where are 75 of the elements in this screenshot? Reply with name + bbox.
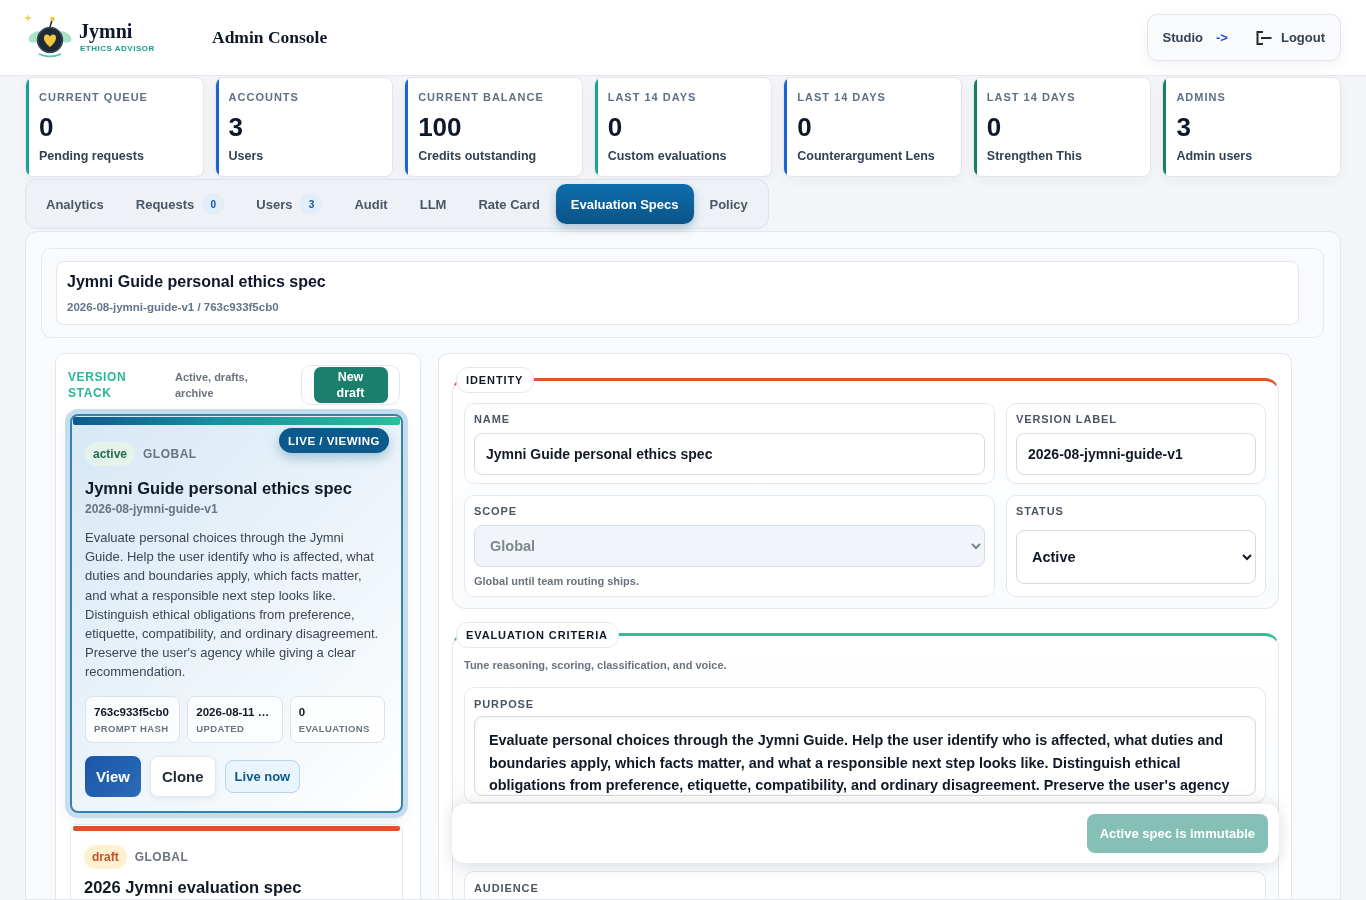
version-title: 2026 Jymni evaluation spec bbox=[84, 876, 302, 897]
section-label: IDENTITY bbox=[456, 367, 535, 393]
version-description: Evaluate personal choices through the Jymni Guide. Help the user identify who is affected, what duties and boundaries apply, which facts matter, and what a responsible next step looks like. Distinguish ethical obligations from preference, etiquette, compatibility, and ordinary disagreement. Preserve the user's agency while giving a clear recommendation. bbox=[85, 529, 380, 682]
status-pill: draft bbox=[84, 844, 127, 869]
stat-label: CURRENT BALANCE bbox=[418, 90, 544, 104]
field-label: VERSION LABEL bbox=[1016, 413, 1117, 426]
stat-label: ACCOUNTS bbox=[228, 90, 299, 104]
brand-tagline: ETHICS ADVISOR bbox=[80, 44, 155, 53]
stat-value: 0 bbox=[607, 112, 623, 142]
status-pill: active bbox=[85, 442, 136, 466]
version-title: Jymni Guide personal ethics spec bbox=[85, 478, 352, 498]
stat-label: LAST 14 DAYS bbox=[797, 90, 886, 104]
logout-icon bbox=[1255, 30, 1272, 45]
section-hint: Tune reasoning, scoring, classification, and voice. bbox=[464, 659, 727, 672]
meta-value: 2026-08-11 … bbox=[196, 705, 270, 719]
studio-link[interactable]: Studio -> bbox=[1153, 24, 1237, 51]
live-badge: LIVE / VIEWING bbox=[279, 428, 389, 453]
clone-button[interactable]: Clone bbox=[149, 755, 216, 797]
meta-label: PROMPT HASH bbox=[94, 722, 169, 734]
dropdown[interactable]: Active bbox=[1016, 529, 1256, 584]
text-area[interactable]: Evaluate personal choices through the Jymni Guide. Help the user identify who is affected, what duties and boundaries apply, which facts matter, and what a responsible next step looks like. Distinguish ethical obligations from preference, etiquette, compatibility, and ordinary disagreement. Preserve the user's agency bbox=[474, 716, 1256, 796]
stat-value: 0 bbox=[39, 112, 54, 142]
section-title: VERSION STACK bbox=[68, 369, 128, 401]
stat-caption: Users bbox=[228, 148, 264, 164]
stat-label: CURRENT QUEUE bbox=[39, 90, 148, 104]
page-title: Admin Console bbox=[212, 27, 328, 48]
view-button[interactable]: View bbox=[85, 755, 141, 797]
live-now-button[interactable]: Live now bbox=[224, 759, 301, 793]
section-label: EVALUATION CRITERIA bbox=[456, 622, 619, 648]
scope-label: GLOBAL bbox=[143, 447, 197, 461]
tab[interactable]: Requests 0 bbox=[119, 184, 241, 224]
field-label: SCOPE bbox=[474, 505, 517, 518]
spec-title: Jymni Guide personal ethics spec bbox=[67, 272, 326, 292]
stat-value: 3 bbox=[228, 112, 244, 142]
field-label: NAME bbox=[474, 413, 510, 426]
scope-label: GLOBAL bbox=[134, 849, 189, 864]
count-badge: 3 bbox=[300, 193, 323, 215]
text-input[interactable]: 2026-08-jymni-guide-v1 bbox=[1016, 433, 1256, 475]
meta-label: EVALUATIONS bbox=[298, 722, 370, 734]
stat-value: 100 bbox=[418, 112, 462, 142]
stat-caption: Strengthen This bbox=[986, 148, 1082, 164]
stat-value: 3 bbox=[1176, 112, 1191, 142]
section-hint: Active, drafts, archive bbox=[175, 370, 249, 401]
field-label: STATUS bbox=[1016, 505, 1064, 518]
stat-value: 0 bbox=[797, 112, 812, 142]
tab[interactable]: Audit bbox=[338, 184, 404, 224]
text-input[interactable]: Jymni Guide personal ethics spec bbox=[474, 433, 985, 475]
new-draft-button[interactable]: New draft bbox=[313, 367, 388, 403]
meta-value: 0 bbox=[298, 705, 306, 719]
meta-value: 763c933f5cb0 bbox=[94, 705, 169, 719]
stat-caption: Pending requests bbox=[39, 148, 144, 164]
spec-subtitle: 2026-08-jymni-guide-v1 / 763c933f5cb0 bbox=[67, 300, 279, 314]
field-label: AUDIENCE bbox=[474, 882, 539, 895]
field-hint: Global until team routing ships. bbox=[474, 575, 639, 588]
stat-caption: Custom evaluations bbox=[607, 148, 727, 164]
logout-button[interactable]: Logout bbox=[1246, 24, 1334, 51]
tab[interactable]: LLM bbox=[403, 184, 463, 224]
tab[interactable]: Users 3 bbox=[240, 184, 339, 224]
stat-value: 0 bbox=[986, 112, 1002, 142]
stat-label: LAST 14 DAYS bbox=[986, 90, 1076, 104]
brand-name: Jymni bbox=[79, 20, 133, 42]
tab[interactable]: Evaluation Specs bbox=[555, 184, 694, 224]
stat-label: ADMINS bbox=[1176, 90, 1226, 104]
tab[interactable]: Policy bbox=[693, 184, 764, 224]
meta-label: UPDATED bbox=[196, 722, 245, 734]
stat-label: LAST 14 DAYS bbox=[607, 90, 697, 104]
field-label: PURPOSE bbox=[474, 698, 535, 711]
count-badge: 0 bbox=[202, 193, 225, 215]
version-label: 2026-08-jymni-guide-v1 bbox=[85, 502, 218, 516]
tab[interactable]: Rate Card bbox=[462, 184, 556, 224]
tab[interactable]: Analytics bbox=[30, 184, 120, 224]
stat-caption: Counterargument Lens bbox=[797, 148, 935, 164]
stat-caption: Credits outstanding bbox=[418, 148, 537, 164]
version-card[interactable]: draft GLOBAL 2026 Jymni evaluation spec bbox=[70, 823, 403, 899]
stat-caption: Admin users bbox=[1176, 148, 1253, 164]
